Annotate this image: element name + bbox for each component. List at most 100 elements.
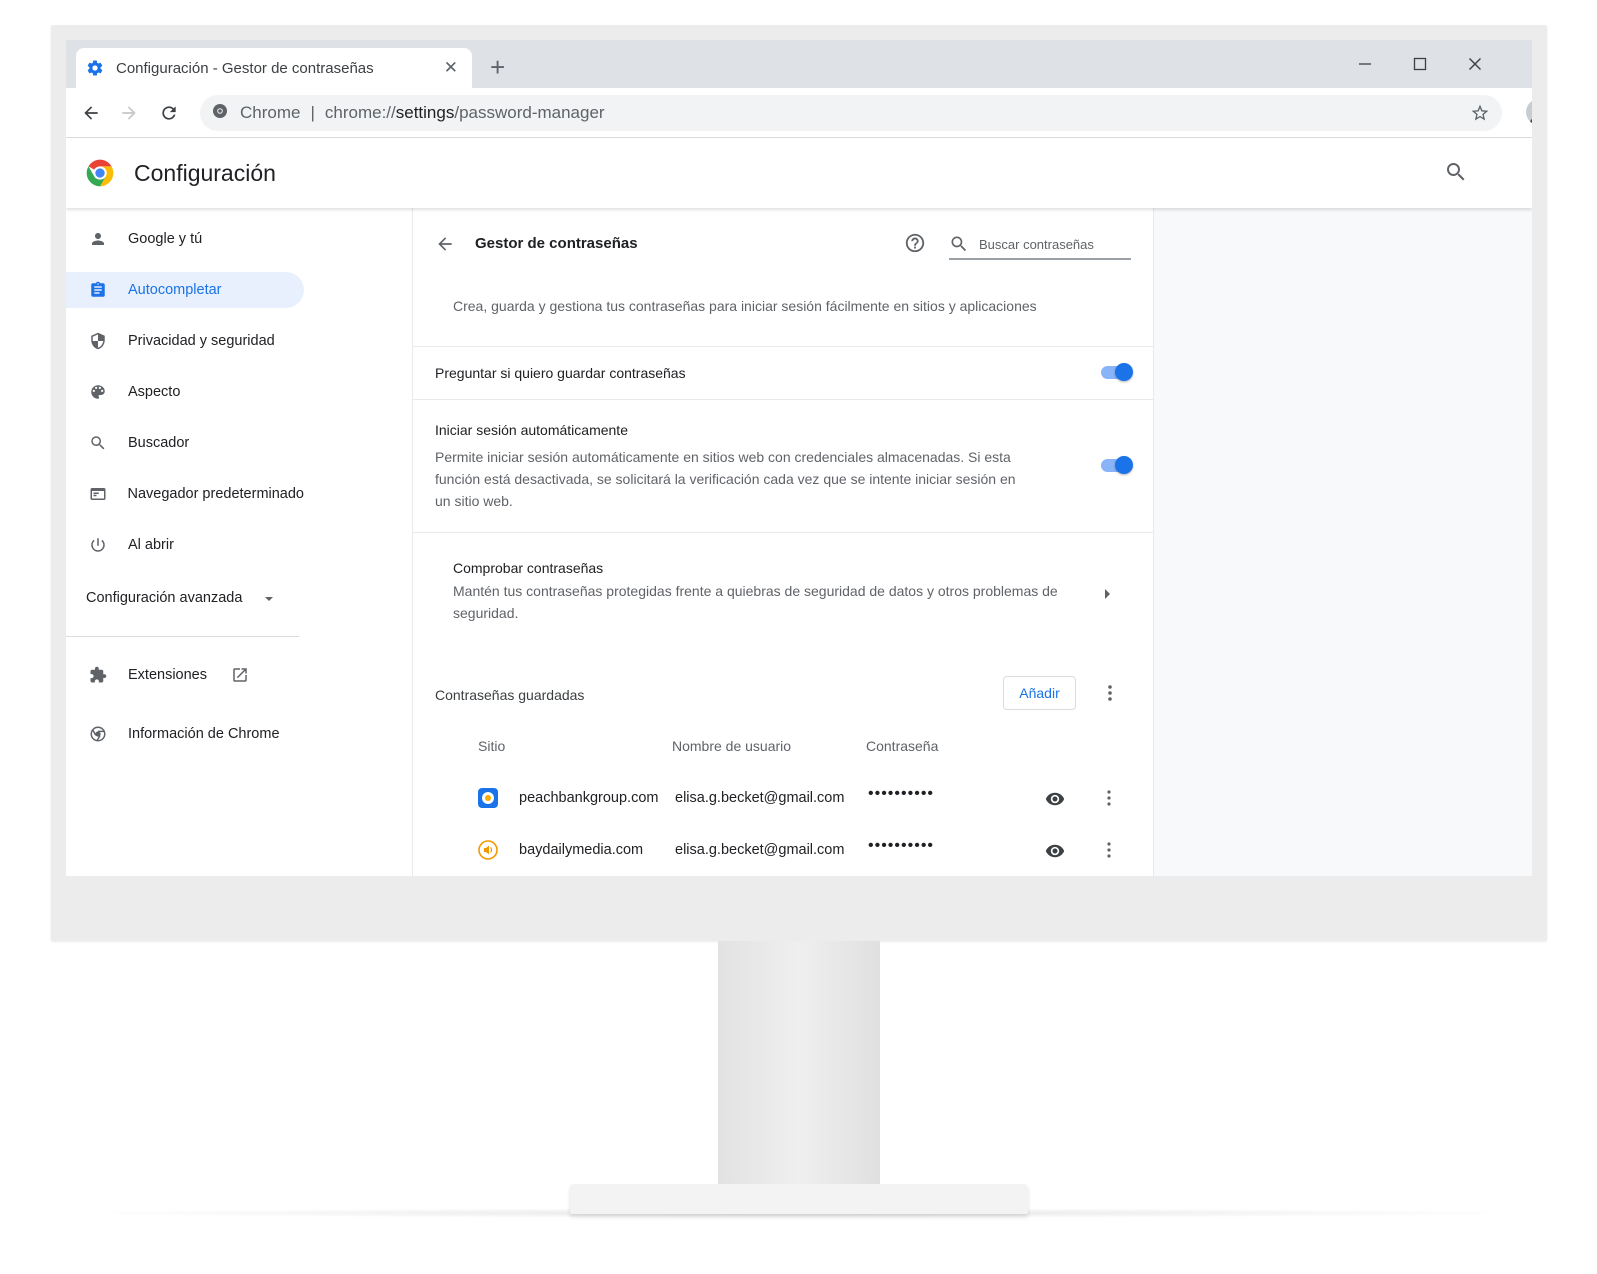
puzzle-icon <box>88 665 108 685</box>
sidebar-item-privacy[interactable]: Privacidad y seguridad <box>66 323 304 359</box>
omnibox-url: chrome://settings/password-manager <box>324 103 605 122</box>
column-header-site: Sitio <box>478 738 506 754</box>
power-icon <box>88 535 108 555</box>
sidebar-item-label: Navegador predeterminado <box>127 486 304 502</box>
sidebar-item-autofill[interactable]: Autocompletar <box>66 272 304 308</box>
tab-title: Configuración - Gestor de contraseñas <box>116 59 374 77</box>
add-password-button[interactable]: Añadir <box>1003 676 1076 710</box>
row-password: •••••••••• <box>868 785 935 802</box>
password-search-input[interactable] <box>979 236 1119 252</box>
saved-passwords-title: Contraseñas guardadas <box>435 687 585 703</box>
advanced-label: Configuración avanzada <box>86 590 243 606</box>
sidebar-item-label: Información de Chrome <box>128 726 280 742</box>
row-password: •••••••••• <box>868 837 935 854</box>
sidebar-item-search-engine[interactable]: Buscador <box>66 425 304 461</box>
sidebar-item-appearance[interactable]: Aspecto <box>66 374 304 410</box>
minimize-icon <box>1359 63 1371 65</box>
profile-avatar[interactable] <box>1526 99 1532 125</box>
intro-text: Crea, guarda y gestiona tus contraseñas … <box>453 298 1037 314</box>
sidebar-item-default-browser[interactable]: Navegador predeterminado <box>66 476 304 512</box>
browser-window: Configuración - Gestor de contraseñas ✕ … <box>66 40 1532 876</box>
chrome-logo-icon <box>84 157 116 189</box>
arrow-right-icon[interactable] <box>1103 587 1111 605</box>
reload-icon <box>162 106 176 120</box>
row-site: peachbankgroup.com <box>519 790 659 806</box>
sidebar-item-label: Privacidad y seguridad <box>128 333 275 349</box>
sidebar-item-google[interactable]: Google y tú <box>66 221 304 257</box>
sidebar-item-label: Autocompletar <box>128 282 222 298</box>
show-password-icon[interactable] <box>1045 789 1065 814</box>
forward-button[interactable] <box>116 100 142 126</box>
password-manager-card: Gestor de contraseñas Crea, guarda y ges… <box>412 208 1154 876</box>
settings-sidebar: Google y tú Autocompletar Privacidad y s… <box>66 208 412 876</box>
section-title: Gestor de contraseñas <box>475 235 638 252</box>
monitor-stand-neck <box>718 941 880 1184</box>
page-title: Configuración <box>134 160 276 186</box>
back-arrow-icon <box>84 106 98 120</box>
chrome-outline-icon <box>88 724 108 744</box>
close-window-button[interactable] <box>1460 52 1490 76</box>
clipboard-icon <box>88 280 108 300</box>
offer-to-save-label: Preguntar si quiero guardar contraseñas <box>435 365 686 381</box>
maximize-icon <box>1413 57 1427 71</box>
check-passwords-description: Mantén tus contraseñas protegidas frente… <box>453 583 1058 621</box>
more-options-icon[interactable] <box>1107 683 1113 708</box>
person-icon <box>88 229 108 249</box>
row-divider <box>413 346 1153 347</box>
sidebar-item-label: Buscador <box>128 435 190 451</box>
search-icon <box>949 234 969 254</box>
sidebar-item-about-chrome[interactable]: Información de Chrome <box>66 716 304 752</box>
tab-settings[interactable]: Configuración - Gestor de contraseñas ✕ <box>76 48 472 88</box>
omnibox[interactable]: Chrome | chrome://settings/password-mana… <box>200 95 1502 131</box>
sidebar-advanced-toggle[interactable]: Configuración avanzada <box>86 590 274 606</box>
maximize-button[interactable] <box>1405 52 1435 76</box>
row-username: elisa.g.becket@gmail.com <box>675 842 845 858</box>
row-username: elisa.g.becket@gmail.com <box>675 790 845 806</box>
offer-to-save-toggle[interactable] <box>1101 363 1133 381</box>
settings-header: Configuración <box>66 138 1532 208</box>
password-search-field[interactable] <box>949 230 1131 260</box>
browser-toolbar: Chrome | chrome://settings/password-mana… <box>66 88 1532 138</box>
tab-close-icon[interactable]: ✕ <box>444 59 458 77</box>
back-button[interactable] <box>78 100 104 126</box>
sidebar-item-on-startup[interactable]: Al abrir <box>66 527 304 563</box>
sidebar-item-label: Aspecto <box>128 384 181 400</box>
show-password-icon[interactable] <box>1045 841 1065 866</box>
shield-icon <box>88 331 108 351</box>
chrome-site-icon <box>212 103 228 124</box>
title-bar: Configuración - Gestor de contraseñas ✕ … <box>66 40 1532 88</box>
settings-search-icon[interactable] <box>1444 160 1468 189</box>
omnibox-chrome-label: Chrome <box>240 103 301 122</box>
search-icon <box>88 433 108 453</box>
bookmark-star-icon[interactable] <box>1470 103 1490 128</box>
baydailymedia-favicon-icon <box>478 840 498 860</box>
forward-arrow-icon <box>122 106 136 120</box>
auto-signin-toggle[interactable] <box>1101 456 1133 474</box>
auto-signin-description: Permite iniciar sesión automáticamente e… <box>435 449 1016 509</box>
row-site: baydailymedia.com <box>519 842 644 858</box>
minimize-button[interactable] <box>1350 52 1380 76</box>
back-arrow-icon[interactable] <box>435 234 455 259</box>
open-in-new-icon <box>231 666 249 684</box>
row-more-icon[interactable] <box>1106 840 1112 865</box>
table-row: peachbankgroup.com elisa.g.becket@gmail.… <box>413 781 1153 833</box>
table-row: baydailymedia.com elisa.g.becket@gmail.c… <box>413 833 1153 876</box>
sidebar-item-label: Google y tú <box>128 231 203 247</box>
monitor-stand-base <box>570 1184 1028 1214</box>
sidebar-item-label: Al abrir <box>128 537 174 553</box>
gear-icon <box>86 59 104 77</box>
row-more-icon[interactable] <box>1106 788 1112 813</box>
auto-signin-label: Iniciar sesión automáticamente <box>435 422 628 438</box>
help-icon[interactable] <box>904 232 926 259</box>
check-passwords-label[interactable]: Comprobar contraseñas <box>453 560 603 576</box>
new-tab-button[interactable]: + <box>490 54 505 80</box>
column-header-password: Contraseña <box>866 738 939 754</box>
reload-button[interactable] <box>156 100 182 126</box>
column-header-username: Nombre de usuario <box>672 738 792 754</box>
sidebar-divider <box>66 636 299 637</box>
sidebar-item-extensions[interactable]: Extensiones <box>66 657 304 693</box>
row-divider <box>413 532 1153 533</box>
browser-window-icon <box>88 484 107 504</box>
palette-icon <box>88 382 108 402</box>
peachbank-favicon-icon <box>478 788 498 808</box>
